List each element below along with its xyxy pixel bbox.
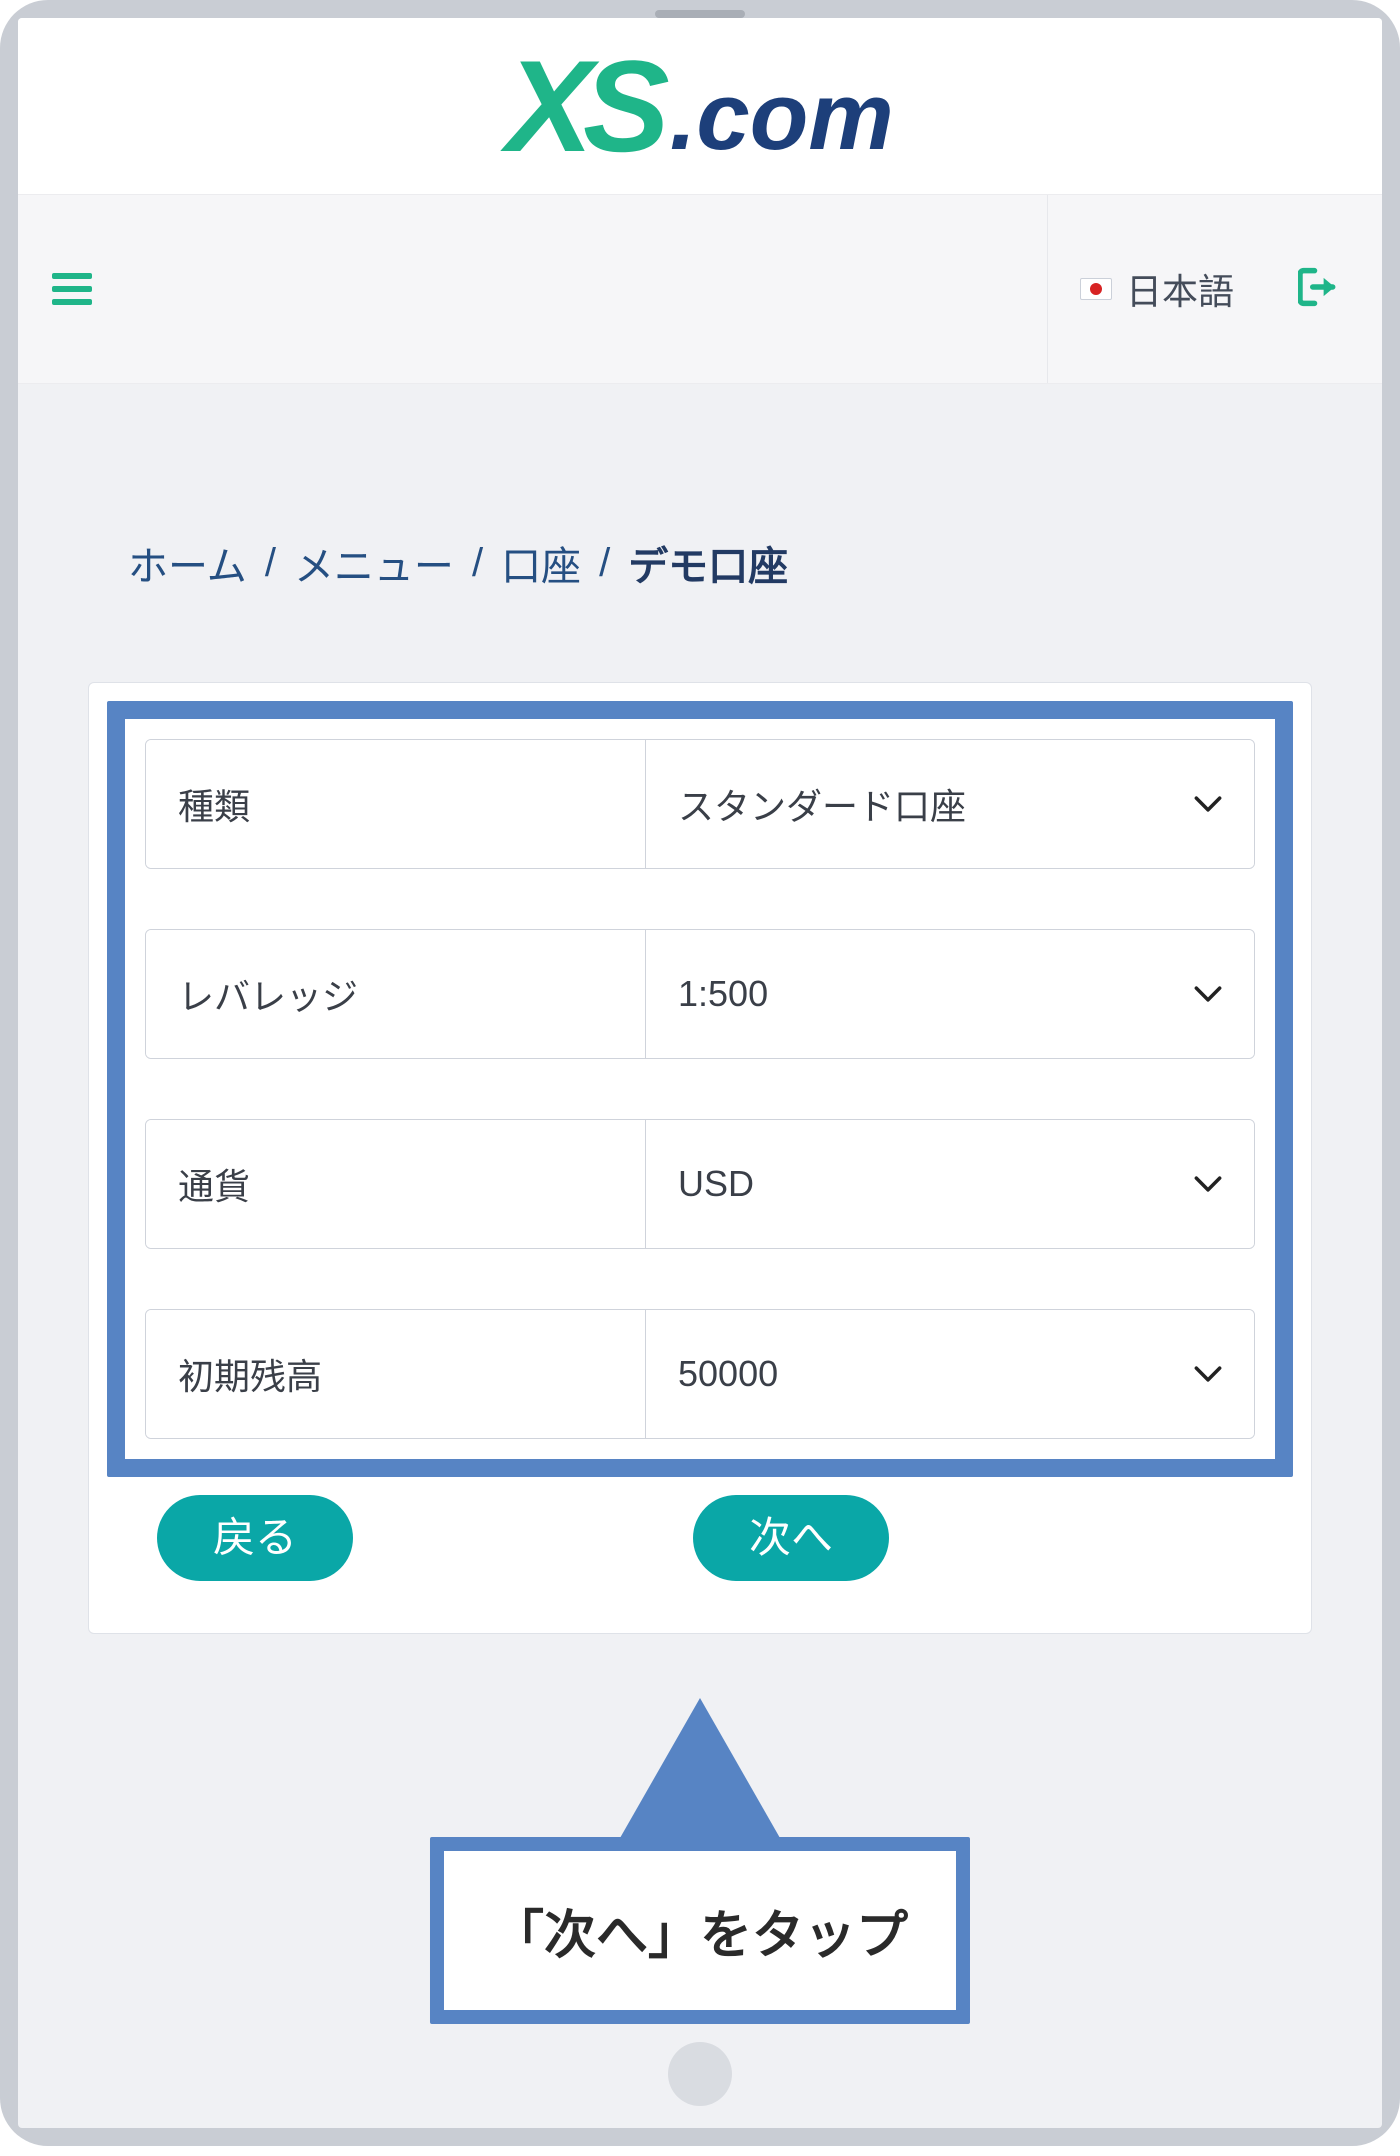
- breadcrumb-separator: /: [265, 541, 276, 586]
- device-notch: [655, 10, 745, 18]
- select-value: スタンダード口座: [678, 778, 966, 830]
- select-currency[interactable]: USD: [646, 1120, 1254, 1248]
- brand-logo-xs: XS: [506, 41, 659, 171]
- select-value: 50000: [678, 1353, 778, 1395]
- hamburger-icon[interactable]: [52, 273, 92, 305]
- callout-arrow-icon: [620, 1698, 780, 1838]
- callout-text: 「次へ」をタップ: [492, 1893, 908, 1968]
- breadcrumb-accounts[interactable]: 口座: [501, 534, 581, 592]
- breadcrumb-home[interactable]: ホーム: [128, 534, 247, 592]
- brand-logo-dotcom: .com: [670, 69, 894, 165]
- callout-box: 「次へ」をタップ: [430, 1837, 970, 2024]
- home-button-icon: [668, 2042, 732, 2106]
- japan-flag-icon: [1080, 278, 1112, 300]
- nav-bar: 日本語: [18, 194, 1382, 384]
- form-label-type: 種類: [146, 740, 646, 868]
- chevron-down-icon: [1194, 795, 1222, 813]
- breadcrumb-current: デモ口座: [628, 534, 788, 592]
- brand-logo[interactable]: XS .com: [506, 41, 893, 171]
- form-row-currency: 通貨 USD: [145, 1119, 1255, 1249]
- form-label-currency: 通貨: [146, 1120, 646, 1248]
- annotation-callout: 「次へ」をタップ: [430, 1698, 970, 2024]
- breadcrumb-separator: /: [472, 541, 483, 586]
- form-label-leverage: レバレッジ: [146, 930, 646, 1058]
- select-value: USD: [678, 1163, 754, 1205]
- next-button[interactable]: 次へ: [693, 1495, 889, 1581]
- breadcrumb-separator: /: [599, 541, 610, 586]
- select-initial-balance[interactable]: 50000: [646, 1310, 1254, 1438]
- form-row-type: 種類 スタンダード口座: [145, 739, 1255, 869]
- nav-right: 日本語: [1047, 195, 1342, 383]
- breadcrumb: ホーム / メニュー / 口座 / デモ口座: [18, 384, 1382, 682]
- chevron-down-icon: [1194, 985, 1222, 1003]
- language-label: 日本語: [1126, 263, 1234, 315]
- language-switcher[interactable]: 日本語: [1047, 195, 1266, 383]
- form-label-initial-balance: 初期残高: [146, 1310, 646, 1438]
- logo-bar: XS .com: [18, 18, 1382, 194]
- form-card: 種類 スタンダード口座 レバレッジ 1:500 通貨: [88, 682, 1312, 1634]
- button-row: 戻る 次へ: [107, 1477, 1293, 1615]
- back-button[interactable]: 戻る: [157, 1495, 353, 1581]
- logout-icon[interactable]: [1298, 267, 1342, 312]
- annotation-highlight-box: 種類 スタンダード口座 レバレッジ 1:500 通貨: [107, 701, 1293, 1477]
- chevron-down-icon: [1194, 1365, 1222, 1383]
- chevron-down-icon: [1194, 1175, 1222, 1193]
- form-row-initial-balance: 初期残高 50000: [145, 1309, 1255, 1439]
- select-value: 1:500: [678, 973, 768, 1015]
- select-leverage[interactable]: 1:500: [646, 930, 1254, 1058]
- select-account-type[interactable]: スタンダード口座: [646, 740, 1254, 868]
- breadcrumb-menu[interactable]: メニュー: [294, 534, 454, 592]
- form-row-leverage: レバレッジ 1:500: [145, 929, 1255, 1059]
- screen: XS .com 日本語: [18, 18, 1382, 2128]
- device-frame: XS .com 日本語: [0, 0, 1400, 2146]
